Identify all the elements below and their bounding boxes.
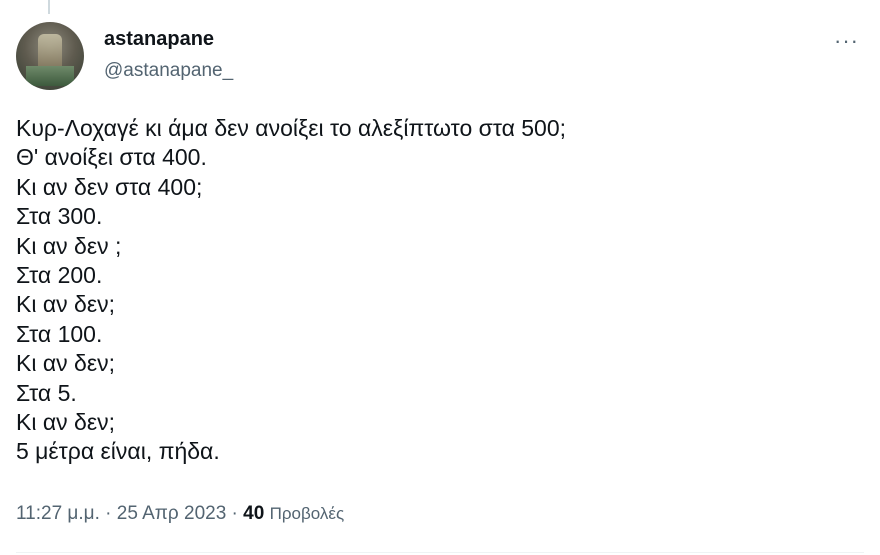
meta-separator: · (99, 503, 117, 524)
views-count[interactable]: 40 (243, 503, 264, 524)
more-options-icon[interactable]: ··· (834, 28, 859, 54)
tweet-line: Κι αν δεν; (16, 350, 115, 377)
divider (16, 552, 864, 553)
views-label[interactable]: Προβολές (270, 504, 345, 523)
tweet-line: Στα 100. (16, 320, 103, 347)
tweet-text: Κυρ-Λοχαγέ κι άμα δεν ανοίξει το αλεξίπτ… (16, 114, 566, 467)
tweet-line: Στα 200. (16, 262, 103, 289)
tweet-line: Κυρ-Λοχαγέ κι άμα δεν ανοίξει το αλεξίπτ… (16, 115, 567, 141)
tweet-metadata: 11:27 μ.μ. · 25 Απρ 2023 · 40 Προβολές (16, 503, 344, 525)
user-handle[interactable]: @astanapane_ (104, 60, 233, 82)
tweet-line: Στα 300. (16, 203, 103, 230)
avatar[interactable] (16, 22, 84, 90)
display-name[interactable]: astanapane (104, 28, 214, 51)
tweet-line: Κι αν δεν στα 400; (16, 173, 203, 200)
tweet-line: Κι αν δεν; (16, 409, 115, 436)
tweet-line: Στα 5. (16, 379, 77, 406)
tweet-line: Θ' ανοίξει στα 400. (16, 144, 207, 171)
tweet-line: Κι αν δεν ; (16, 232, 122, 259)
tweet-time[interactable]: 11:27 μ.μ. (16, 503, 100, 524)
thread-connector-line (48, 0, 50, 14)
avatar-base (26, 66, 74, 86)
tweet-line: 5 μέτρα είναι, πήδα. (16, 438, 220, 465)
tweet-date[interactable]: 25 Απρ 2023 (117, 503, 227, 524)
meta-separator: · (226, 503, 244, 524)
tweet-line: Κι αν δεν; (16, 291, 115, 318)
